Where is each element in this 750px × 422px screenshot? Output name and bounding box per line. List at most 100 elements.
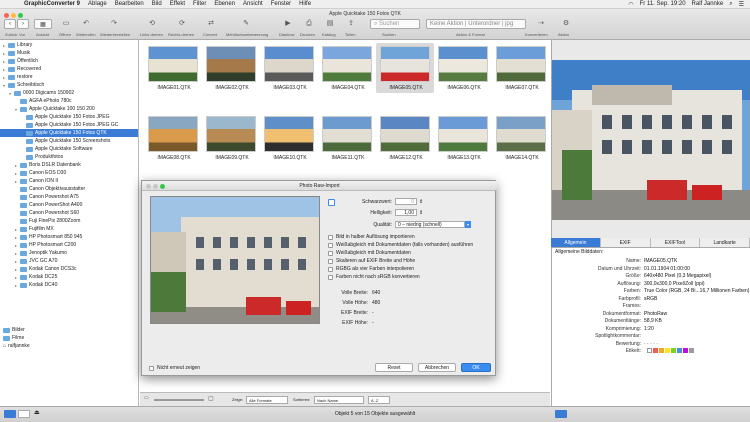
close-window-button[interactable] bbox=[4, 13, 9, 18]
sidebar-folder-item[interactable]: ▸ Canon ION II bbox=[0, 177, 138, 185]
option-row[interactable]: Farben nicht nach sRGB konvertieren bbox=[328, 274, 420, 280]
reset-button[interactable]: Reset bbox=[375, 363, 413, 372]
volume-home[interactable]: ⌂ ralfjannke bbox=[0, 342, 138, 350]
label-none[interactable] bbox=[647, 348, 652, 353]
sidebar-folder-item[interactable]: ▸ HP Photosmart C200 bbox=[0, 241, 138, 249]
thumbnail-image[interactable] bbox=[148, 116, 198, 152]
thumbnail-image[interactable] bbox=[496, 46, 546, 82]
tab-exif[interactable]: EXIF bbox=[601, 238, 651, 247]
tab-allgemein[interactable]: Allgemein bbox=[551, 238, 601, 247]
zoom-out-icon[interactable]: ▭ bbox=[144, 395, 149, 401]
sidebar-folder-item[interactable]: Canon Powershot S60 bbox=[0, 209, 138, 217]
thumbnail-image[interactable] bbox=[438, 116, 488, 152]
qualitaet-select[interactable]: 0 – niedrig (schnell) bbox=[395, 221, 465, 228]
sidebar-folder-item[interactable]: Apple Quicktake 150 Fotos JPEG GC bbox=[0, 121, 138, 129]
option-checkbox[interactable] bbox=[328, 266, 333, 272]
sidebar-folder-item[interactable]: Canon PowerShot A400 bbox=[0, 201, 138, 209]
zoom-window-button[interactable] bbox=[18, 13, 23, 18]
tab-exiftool[interactable]: EXIFTool bbox=[651, 238, 701, 247]
sidebar-folder-item[interactable]: ▸ JVC GC A70 bbox=[0, 257, 138, 265]
sidebar-folder-item[interactable]: Apple Quicktake 150 Screenshots bbox=[0, 137, 138, 145]
label-yellow[interactable] bbox=[665, 348, 670, 353]
schwarzwert-field[interactable]: 0 bbox=[395, 198, 417, 205]
sidebar-folder-item[interactable]: ▸ Kodak DC40 bbox=[0, 281, 138, 289]
option-checkbox[interactable] bbox=[328, 258, 333, 264]
sidebar-folder-item[interactable]: ▾ 0000 Digicams 150902 bbox=[0, 89, 138, 97]
label-blue[interactable] bbox=[677, 348, 682, 353]
sidebar-folder-item[interactable]: ▸ Kodak DC25 bbox=[0, 273, 138, 281]
sidebar-folder-item[interactable]: Apple Quicktake Software bbox=[0, 145, 138, 153]
eject-icon[interactable]: ⏏ bbox=[34, 409, 40, 416]
option-row[interactable]: Skalieren auf EXIF Breite und Höhe bbox=[328, 258, 415, 264]
dialog-minimize-button[interactable] bbox=[153, 184, 158, 189]
info-value[interactable]: · · · · · bbox=[644, 341, 750, 348]
thumbnail-image[interactable] bbox=[322, 46, 372, 82]
thumbnail-image[interactable] bbox=[206, 116, 256, 152]
preview-checkbox[interactable] bbox=[328, 199, 335, 206]
label-gray[interactable] bbox=[689, 348, 694, 353]
thumbnail-size-slider[interactable] bbox=[154, 399, 204, 401]
option-checkbox[interactable] bbox=[328, 250, 333, 256]
sidebar-folder-item[interactable]: ▸ Fujifilm MX bbox=[0, 225, 138, 233]
option-row[interactable]: Weißabgleich mit Dokumentdaten (falls vo… bbox=[328, 242, 473, 248]
chevron-down-icon[interactable]: ▾ bbox=[465, 221, 471, 228]
helligkeit-stepper[interactable]: ⇕ bbox=[419, 210, 423, 216]
convert-icon[interactable]: ⇄ bbox=[205, 19, 217, 29]
search-input[interactable]: ⌕ Suchen bbox=[370, 19, 420, 29]
label-red[interactable] bbox=[653, 348, 658, 353]
dont-show-again-row[interactable]: Nicht erneut zeigen bbox=[149, 365, 200, 371]
sidebar-folder-item[interactable]: ▸ HP Photosmart 850 945 bbox=[0, 233, 138, 241]
spotlight-icon[interactable]: ⌕ bbox=[729, 1, 732, 8]
format-filter-select[interactable]: Alle Formate bbox=[246, 396, 288, 404]
volume-bilder[interactable]: Bilder bbox=[0, 326, 138, 334]
sort-select[interactable]: Nach Name bbox=[314, 396, 364, 404]
sidebar-folder-item[interactable]: ▸ Recovered bbox=[0, 65, 138, 73]
forward-button[interactable]: › bbox=[17, 19, 29, 29]
thumbnail-image[interactable] bbox=[264, 46, 314, 82]
ok-button[interactable]: OK bbox=[461, 363, 491, 372]
rotate-left-icon[interactable]: ⟲ bbox=[146, 19, 158, 29]
option-checkbox[interactable] bbox=[328, 242, 333, 248]
sidebar-folder-item[interactable]: ▸ Öffentlich bbox=[0, 57, 138, 65]
sidebar-folder-item[interactable]: ▸ Canon EOS D30 bbox=[0, 169, 138, 177]
minimize-window-button[interactable] bbox=[11, 13, 16, 18]
sidebar-folder-item[interactable]: ▸ Library bbox=[0, 41, 138, 49]
thumbnail-image[interactable] bbox=[380, 46, 430, 82]
thumbnail-image[interactable] bbox=[496, 116, 546, 152]
dialog-close-button[interactable] bbox=[146, 184, 151, 189]
thumbnail-image[interactable] bbox=[438, 46, 488, 82]
view-button[interactable]: ▦ bbox=[34, 19, 52, 29]
gear-icon[interactable]: ⚙ bbox=[560, 19, 572, 29]
thumbnail-image[interactable] bbox=[380, 116, 430, 152]
sidebar-folder-item[interactable]: ▸ Jenoptik Yakumo bbox=[0, 249, 138, 257]
open-icon[interactable]: ▭ bbox=[60, 19, 72, 29]
catalog-icon[interactable]: ▤ bbox=[324, 19, 336, 29]
schwarzwert-stepper[interactable]: ⇕ bbox=[419, 199, 423, 205]
preview-toggle-button[interactable] bbox=[555, 410, 567, 418]
sidebar-folder-item[interactable]: Canon Powershot A75 bbox=[0, 193, 138, 201]
redo-icon[interactable]: ↷ bbox=[108, 19, 120, 29]
clock[interactable]: Fr 11. Sep. 19:20 bbox=[640, 1, 686, 7]
rename-icon[interactable]: ✎ bbox=[240, 19, 252, 29]
menu-ansicht[interactable]: Ansicht bbox=[239, 1, 267, 7]
menu-bild[interactable]: Bild bbox=[148, 1, 166, 7]
menu-app[interactable]: GraphicConverter 9 bbox=[20, 1, 84, 7]
label-orange[interactable] bbox=[659, 348, 664, 353]
zoom-in-icon[interactable]: ▢ bbox=[208, 395, 214, 402]
sidebar-folder-item[interactable]: ▸ Musik bbox=[0, 49, 138, 57]
user-name[interactable]: Ralf Jannke bbox=[692, 1, 724, 7]
option-row[interactable]: RGBG als vier Farben interpolieren bbox=[328, 266, 414, 272]
label-green[interactable] bbox=[671, 348, 676, 353]
option-checkbox[interactable] bbox=[328, 274, 333, 280]
thumbnail-image[interactable] bbox=[322, 116, 372, 152]
cancel-button[interactable]: Abbrechen bbox=[418, 363, 456, 372]
option-row[interactable]: Bild in halber Auflösung importieren bbox=[328, 234, 415, 240]
back-button[interactable]: ‹ bbox=[4, 19, 16, 29]
thumbnail-image[interactable] bbox=[206, 46, 256, 82]
tab-landkarte[interactable]: Landkarte bbox=[700, 238, 750, 247]
dialog-zoom-button[interactable] bbox=[160, 184, 165, 189]
sidebar-folder-item[interactable]: Fuji FinePix 2800Zoom bbox=[0, 217, 138, 225]
sort-order-select[interactable]: A..Z bbox=[368, 396, 390, 404]
menu-filter[interactable]: Filter bbox=[189, 1, 210, 7]
dont-show-again-checkbox[interactable] bbox=[149, 365, 154, 371]
